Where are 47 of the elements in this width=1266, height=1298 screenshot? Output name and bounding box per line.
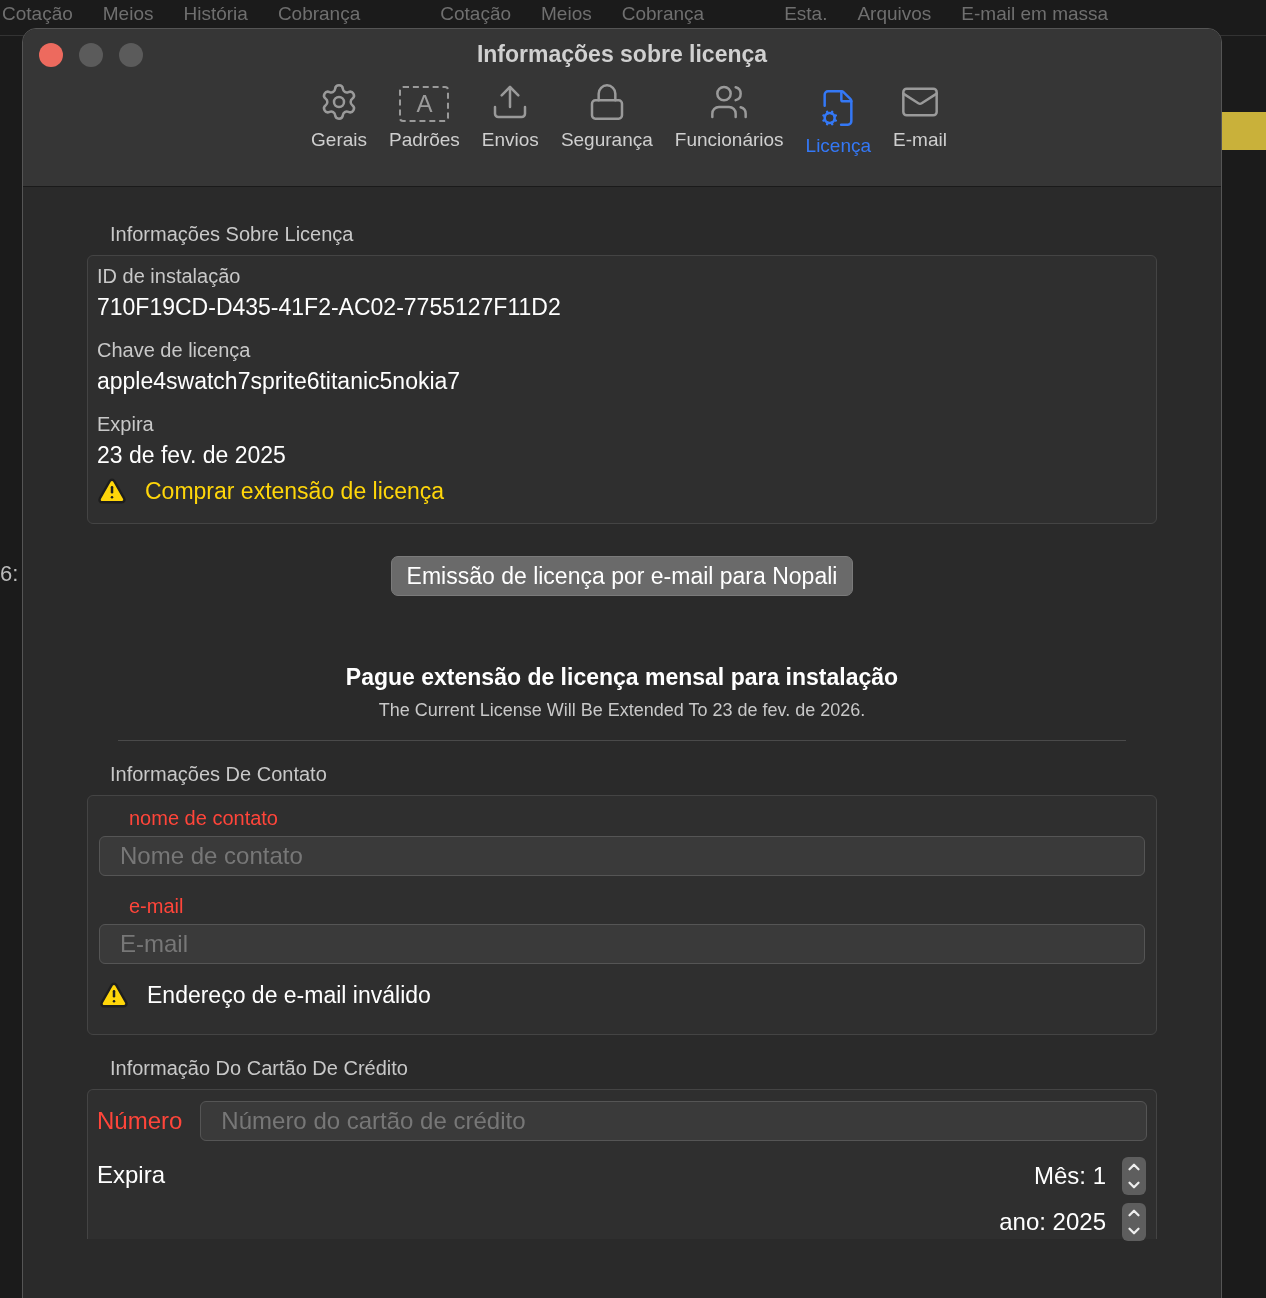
background-tab[interactable]: Esta. bbox=[776, 0, 836, 29]
background-tab[interactable]: Meios bbox=[94, 0, 162, 29]
background-tab[interactable]: Meios bbox=[533, 0, 600, 29]
text-field[interactable]: E-mail bbox=[99, 923, 1145, 964]
toolbar-tab[interactable]: A Padrões bbox=[383, 85, 466, 160]
field-label: ID de instalação bbox=[97, 264, 242, 288]
field-value: 23 de fev. de 2025 bbox=[97, 441, 287, 470]
close-button[interactable] bbox=[39, 43, 63, 67]
toolbar-tab[interactable]: Envios bbox=[475, 81, 545, 160]
background-tab[interactable]: E-mail em massa bbox=[953, 0, 1117, 29]
payment-subtitle: The Current License Will Be Extended To 23 de fev. de 2026. bbox=[377, 698, 867, 722]
required-field-label: nome de contato bbox=[129, 805, 279, 830]
field-label: Chave de licença bbox=[97, 338, 252, 362]
validation-warning: Endereço de e-mail inválido bbox=[147, 980, 431, 1010]
toolbar-tab[interactable]: Funcionários bbox=[668, 81, 790, 160]
window-title: Informações sobre licença bbox=[476, 40, 768, 69]
side-text: 6: bbox=[0, 560, 19, 588]
section-heading: Informações Sobre Licença bbox=[110, 222, 355, 247]
background-highlight-bar bbox=[1222, 112, 1266, 150]
text-field[interactable]: Nome de contato bbox=[99, 835, 1145, 876]
background-tab[interactable]: Cobrança bbox=[269, 0, 369, 29]
buy-extension-link[interactable]: Comprar extensão de licença bbox=[145, 474, 445, 509]
background-tab[interactable]: Arquivos bbox=[849, 0, 940, 29]
payment-title: Pague extensão de licença mensal para instalação bbox=[344, 663, 900, 692]
background-tab[interactable]: Cobrança bbox=[613, 0, 713, 29]
email-license-button[interactable]: Emissão de licença por e-mail para Nopali bbox=[390, 555, 854, 596]
field-label: Expira bbox=[97, 412, 155, 436]
field-value: 710F19CD-D435-41F2-AC02-7755127F11D2 bbox=[97, 293, 562, 322]
field-value: apple4swatch7sprite6titanic5nokia7 bbox=[97, 367, 462, 396]
required-field-label: e-mail bbox=[129, 893, 185, 918]
background-tab[interactable]: Cotação bbox=[0, 0, 81, 29]
card-number-field[interactable]: Número do cartão de crédito bbox=[200, 1101, 1147, 1141]
required-field-label: Número bbox=[97, 1106, 183, 1136]
toolbar-tab[interactable]: Gerais bbox=[305, 81, 374, 160]
toolbar-tab[interactable]: Licença bbox=[799, 83, 878, 160]
section-heading: Informação Do Cartão De Crédito bbox=[110, 1056, 409, 1081]
stepper-control[interactable] bbox=[1122, 1157, 1146, 1195]
background-tab[interactable]: Cotação bbox=[432, 0, 520, 29]
toolbar-tab[interactable]: E-mail bbox=[887, 81, 953, 160]
section-heading: Informações De Contato bbox=[110, 761, 328, 787]
stepper-value: ano: 2025 bbox=[999, 1207, 1106, 1237]
background-tab[interactable]: História bbox=[175, 0, 256, 29]
toolbar-tab[interactable]: Segurança bbox=[554, 81, 659, 160]
stepper-value: Mês: 1 bbox=[1033, 1161, 1106, 1191]
letter-frame-icon: A bbox=[399, 85, 450, 122]
expiry-label: Expira bbox=[97, 1160, 166, 1190]
stepper-control[interactable] bbox=[1122, 1203, 1146, 1241]
